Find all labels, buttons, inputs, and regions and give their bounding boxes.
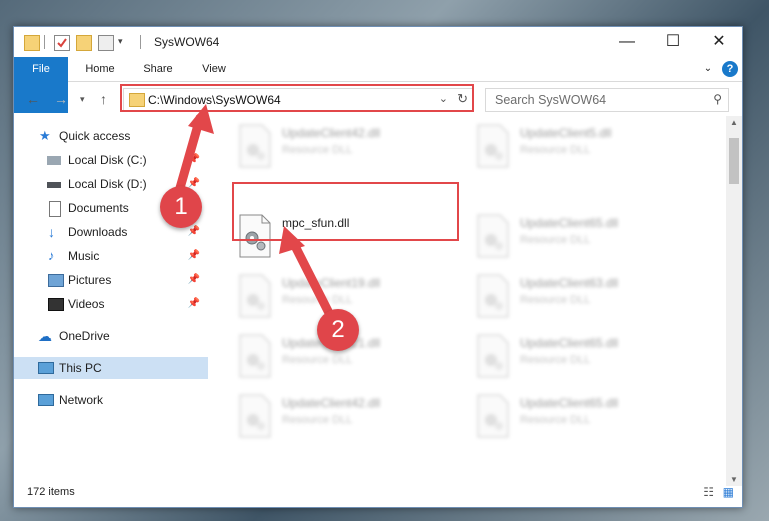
step-1-badge: 1 <box>160 186 202 228</box>
annotation-arrows <box>175 104 335 320</box>
step-2-badge: 2 <box>317 309 359 351</box>
